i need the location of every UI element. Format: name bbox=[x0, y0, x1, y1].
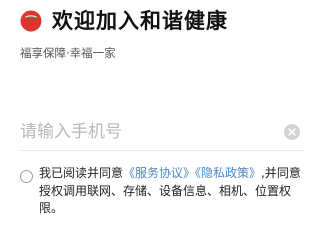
agreement-checkbox[interactable] bbox=[20, 170, 33, 183]
page-title: 欢迎加入和谐健康 bbox=[52, 9, 228, 33]
page-subtitle: 福享保障·幸福一家 bbox=[20, 46, 116, 60]
pomegranate-logo-icon bbox=[20, 10, 42, 32]
input-divider bbox=[20, 150, 304, 151]
agreement-prefix: 我已阅读并同意 bbox=[39, 166, 124, 180]
clear-input-button[interactable] bbox=[284, 124, 300, 140]
phone-input[interactable] bbox=[20, 118, 270, 146]
close-icon bbox=[288, 128, 296, 136]
service-agreement-link[interactable]: 《服务协议》 bbox=[123, 166, 195, 180]
privacy-policy-link[interactable]: 《隐私政策》 bbox=[195, 166, 261, 180]
agreement-text: 我已阅读并同意《服务协议》《隐私政策》,并同意授权调用联网、存储、设备信息、相机… bbox=[39, 165, 305, 218]
